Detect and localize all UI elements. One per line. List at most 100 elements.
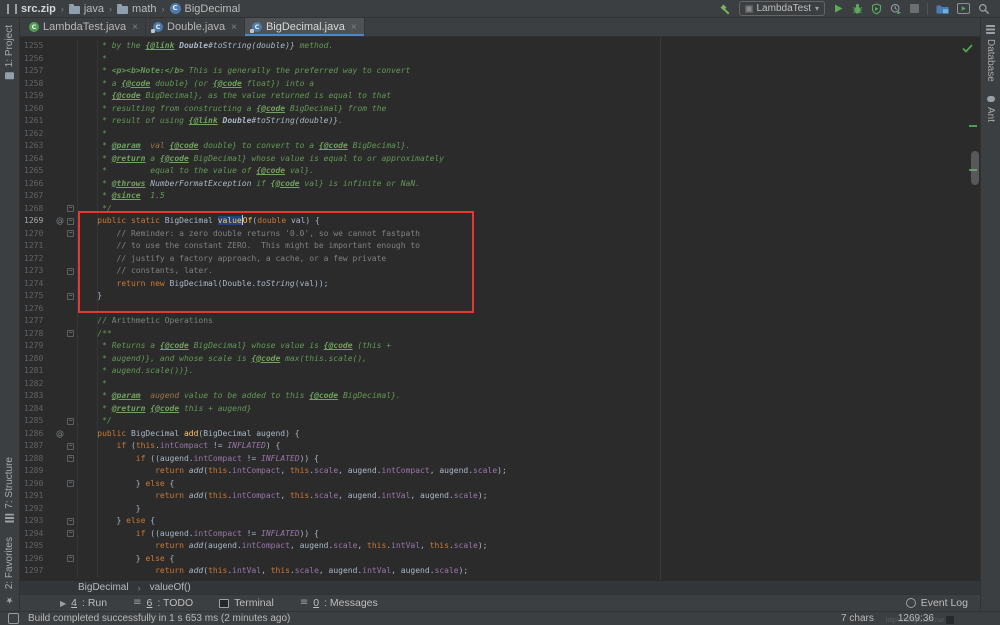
search-icon[interactable] [978,3,990,15]
fold-icon[interactable]: − [67,518,74,525]
toolwindow-messages-button[interactable]: ≡0: Messages [300,597,378,609]
gutter: 1257 [20,65,78,78]
run-with-coverage-icon[interactable] [871,3,882,15]
code-text: * @return {@code this + augend} [78,403,251,416]
breadcrumb-separator: › [109,4,112,14]
code-line: 1292 } [20,503,980,516]
code-line: 1260 * resulting from constructing a {@c… [20,103,980,116]
gutter: 1293− [20,515,78,528]
code-line: 1263 * @param val {@code double} to conv… [20,140,980,153]
code-text: * [78,378,107,391]
fold-icon[interactable]: − [67,293,74,300]
tab-bigdecimal-java[interactable]: CBigDecimal.java× [245,18,365,36]
line-number: 1264 [24,153,43,166]
left-tool-stripe: 1: Project 7: Structure ★2: Favorites [0,18,20,611]
toolwindow-todo-button[interactable]: ≡6: TODO [133,597,193,609]
code-text: } [78,503,141,516]
ant-icon [987,96,995,102]
code-text: if ((augend.intCompact != INFLATED)) { [78,453,319,466]
line-number: 1292 [24,503,43,516]
toolwindow-switcher-icon[interactable] [8,613,19,624]
stripe-button-database[interactable]: Database [985,18,996,89]
gutter: 1285− [20,415,78,428]
editor-breadcrumb: BigDecimal›valueOf() [20,580,980,594]
code-line: 1261 * result of using {@link Double#toS… [20,115,980,128]
run-icon[interactable] [833,3,844,14]
breadcrumb-label: java [84,3,104,15]
stripe-button-2-favorites[interactable]: ★2: Favorites [4,530,15,611]
close-icon[interactable]: × [351,22,357,33]
fold-icon[interactable]: − [67,480,74,487]
code-text: * a {@code double} (or {@code float}) in… [78,78,314,91]
gutter: 1260 [20,103,78,116]
close-icon[interactable]: × [132,22,138,33]
code-text: * by the {@link Double#toString(double)}… [78,40,333,53]
build-hammer-icon[interactable] [719,3,731,15]
fold-icon[interactable]: − [67,530,74,537]
stripe-button-ant[interactable]: Ant [985,89,996,129]
tab-double-java[interactable]: CDouble.java× [146,18,245,36]
fold-icon[interactable]: − [67,418,74,425]
code-line: 1287− if (this.intCompact != INFLATED) { [20,440,980,453]
fold-icon[interactable]: − [67,330,74,337]
code-line: 1255 * by the {@link Double#toString(dou… [20,40,980,53]
breadcrumb-item-math[interactable]: math [117,3,156,15]
class-icon: C [153,22,163,32]
breadcrumb-item-src-zip[interactable]: src.zip [7,3,56,15]
breadcrumb-item-valueof-[interactable]: valueOf() [150,582,191,593]
navigation-bar: src.zip›java›math›CBigDecimal LambdaTest… [0,0,1000,18]
code-line: 1282 * [20,378,980,391]
code-editor[interactable]: 1255 * by the {@link Double#toString(dou… [20,37,980,580]
override-gutter-icon[interactable]: @ [56,215,64,228]
scrollbar-thumb[interactable] [971,151,979,185]
breadcrumb-item-java[interactable]: java [69,3,104,15]
line-number: 1260 [24,103,43,116]
event-log-icon [906,598,916,608]
fold-icon[interactable]: − [67,268,74,275]
run-config-icon [745,5,753,13]
fold-icon[interactable]: − [67,443,74,450]
fold-icon[interactable]: − [67,205,74,212]
run-window-icon[interactable] [957,3,970,14]
fold-icon[interactable]: − [67,218,74,225]
fold-icon[interactable]: − [67,230,74,237]
inspection-status-icon[interactable] [962,40,973,58]
stripe-label: 7: Structure [4,457,15,509]
stop-icon[interactable] [910,4,919,13]
folder-icon [69,6,80,14]
line-number: 1281 [24,365,43,378]
stripe-button-1-project[interactable]: 1: Project [4,18,15,86]
run-config-select[interactable]: LambdaTest ▾ [739,1,826,16]
code-text: * <p><b>Note:</b> This is generally the … [78,65,410,78]
line-number: 1270 [24,228,43,241]
tab-lambdatest-java[interactable]: CLambdaTest.java× [22,18,146,36]
override-gutter-icon[interactable]: @ [56,428,64,441]
code-line: 1266 * @throws NumberFormatException if … [20,178,980,191]
debug-bug-icon[interactable] [852,3,863,14]
gutter: 1295 [20,540,78,553]
profiler-icon[interactable] [890,3,902,15]
gutter: 1284 [20,403,78,416]
event-log-button[interactable]: Event Log [906,597,968,609]
code-text: * {@code BigDecimal}, as the value retur… [78,90,391,103]
code-line: 1289 return add(this.intCompact, this.sc… [20,465,980,478]
line-number: 1282 [24,378,43,391]
fold-icon[interactable]: − [67,555,74,562]
gutter: 1261 [20,115,78,128]
code-text: */ [78,415,112,428]
code-line: 1297 return add(this.intVal, this.scale,… [20,565,980,578]
project-folder-icon[interactable] [936,3,949,14]
status-bar: Build completed successfully in 1 s 653 … [0,611,1000,625]
code-line: 1280 * augend)}, and whose scale is {@co… [20,353,980,366]
breadcrumb-item-bigdecimal[interactable]: CBigDecimal [170,3,241,15]
line-number: 1257 [24,65,43,78]
toolwindow-run-button[interactable]: ▶4: Run [60,597,107,609]
toolwindow-terminal-button[interactable]: Terminal [219,597,274,609]
stripe-button-7-structure[interactable]: 7: Structure [4,450,15,530]
gutter: 1296− [20,553,78,566]
terminal-icon [219,599,229,608]
fold-icon[interactable]: − [67,455,74,462]
close-icon[interactable]: × [231,22,237,33]
breadcrumb-item-bigdecimal[interactable]: BigDecimal [78,582,129,593]
line-number: 1288 [24,453,43,466]
